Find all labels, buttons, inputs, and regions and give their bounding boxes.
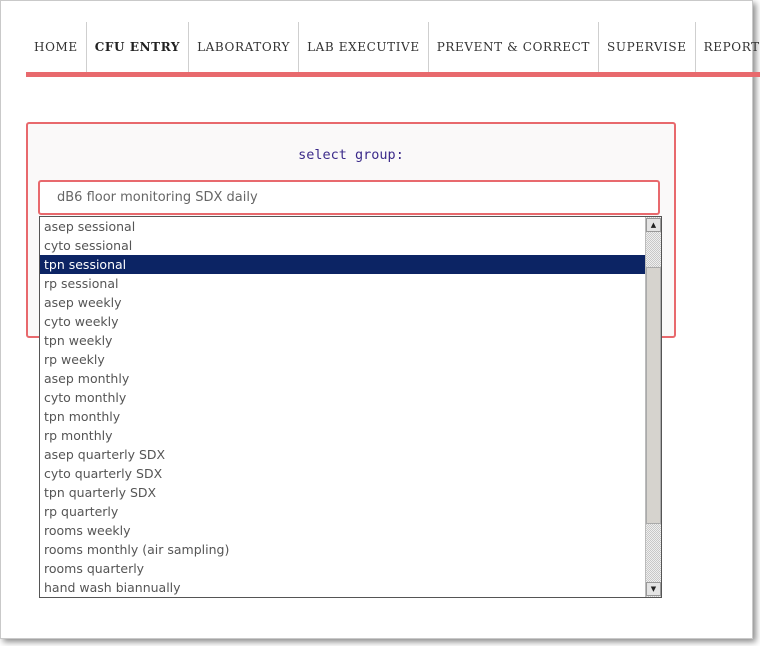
dropdown-option[interactable]: tpn quarterly SDX — [40, 483, 646, 502]
dropdown-option[interactable]: hand wash biannually — [40, 578, 646, 597]
nav-supervise[interactable]: SUPERVISE — [598, 22, 695, 72]
dropdown-option[interactable]: asep sessional — [40, 217, 646, 236]
dropdown-option[interactable]: tpn weekly — [40, 331, 646, 350]
group-dropdown-list[interactable]: asep sessional cyto sessional tpn sessiona… — [39, 216, 662, 598]
dropdown-option[interactable]: asep quarterly SDX — [40, 445, 646, 464]
dropdown-option[interactable]: cyto sessional — [40, 236, 646, 255]
dropdown-option[interactable]: cyto weekly — [40, 312, 646, 331]
scroll-thumb[interactable] — [646, 267, 661, 524]
group-select[interactable]: dB6 floor monitoring SDX daily — [38, 180, 660, 215]
panel-title: select group: — [298, 147, 404, 163]
dropdown-option[interactable]: rooms quarterly — [40, 559, 646, 578]
scroll-down-icon[interactable]: ▼ — [646, 582, 661, 596]
list-scrollbar[interactable]: ▲ ▼ — [645, 217, 661, 597]
nav-prevent-correct[interactable]: PREVENT & CORRECT — [427, 22, 598, 72]
nav-cfu-entry[interactable]: CFU ENTRY — [85, 22, 188, 72]
dropdown-option[interactable]: rooms weekly — [40, 521, 646, 540]
scroll-up-icon[interactable]: ▲ — [646, 218, 661, 232]
nav-laboratory[interactable]: LABORATORY — [188, 22, 298, 72]
dropdown-option[interactable]: cyto quarterly SDX — [40, 464, 646, 483]
dropdown-option[interactable]: tpn monthly — [40, 407, 646, 426]
nav-home[interactable]: HOME — [26, 22, 86, 72]
dropdown-option[interactable]: rooms monthly (air sampling) — [40, 540, 646, 559]
nav-reporting[interactable]: REPORTING — [694, 22, 760, 72]
group-select-value: dB6 floor monitoring SDX daily — [57, 190, 258, 205]
dropdown-option[interactable]: rp monthly — [40, 426, 646, 445]
top-nav: HOME CFU ENTRY LABORATORY LAB EXECUTIVE … — [26, 22, 760, 77]
dropdown-option[interactable]: asep monthly — [40, 369, 646, 388]
nav-lab-executive[interactable]: LAB EXECUTIVE — [298, 22, 428, 72]
option-list: asep sessional cyto sessional tpn sessiona… — [40, 217, 646, 597]
dropdown-option[interactable]: asep weekly — [40, 293, 646, 312]
dropdown-option[interactable]: rp weekly — [40, 350, 646, 369]
dropdown-option[interactable]: rp quarterly — [40, 502, 646, 521]
dropdown-option[interactable]: rp sessional — [40, 274, 646, 293]
dropdown-option[interactable]: cyto monthly — [40, 388, 646, 407]
dropdown-option[interactable]: tpn sessional — [40, 255, 646, 274]
